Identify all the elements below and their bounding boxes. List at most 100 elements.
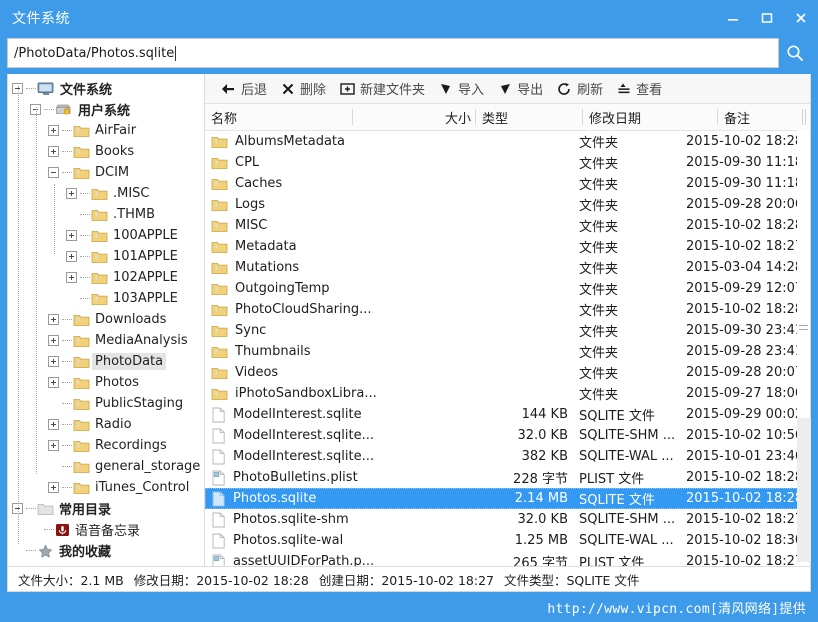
table-row[interactable]: OutgoingTemp 文件夹 2015-09-29 12:07	[205, 278, 810, 299]
maximize-button[interactable]	[750, 1, 784, 35]
table-row[interactable]: ModelInterest.sqlite... 382 KB SQLITE-WAL …	[205, 446, 810, 467]
view-button[interactable]: 查看	[610, 75, 669, 103]
close-button[interactable]	[784, 1, 818, 35]
tree-toggle-expand-icon[interactable]	[48, 125, 59, 136]
tree-item[interactable]: .MISC	[8, 183, 204, 204]
tree-item[interactable]: PublicStaging	[8, 393, 204, 414]
path-input[interactable]: /PhotoData/Photos.sqlite	[7, 38, 779, 68]
cell-name: PhotoBulletins.plist	[205, 470, 476, 486]
tree-item[interactable]: 用户系统	[8, 99, 204, 120]
tree-item[interactable]: Recordings	[8, 435, 204, 456]
tree-item[interactable]: 常用目录	[8, 498, 204, 519]
table-row[interactable]: CPL 文件夹 2015-09-30 11:18	[205, 152, 810, 173]
cell-name: Logs	[205, 197, 476, 212]
search-button[interactable]	[779, 38, 811, 68]
tree-toggle-expand-icon[interactable]	[48, 146, 59, 157]
tree-toggle-expand-icon[interactable]	[48, 377, 59, 388]
folder-icon	[211, 219, 228, 233]
scrollbar-grip[interactable]	[799, 325, 808, 333]
tree-item[interactable]: MediaAnalysis	[8, 330, 204, 351]
export-button[interactable]: 导出	[491, 75, 550, 103]
tree-toggle-expand-icon[interactable]	[48, 440, 59, 451]
column-header-note[interactable]: 备注	[718, 104, 798, 130]
tree-item[interactable]: 100APPLE	[8, 225, 204, 246]
tree-item[interactable]: .THMB	[8, 204, 204, 225]
tree-item-label: 102APPLE	[113, 270, 178, 285]
tree-toggle-expand-icon[interactable]	[48, 419, 59, 430]
table-row[interactable]: Thumbnails 文件夹 2015-09-28 23:41	[205, 341, 810, 362]
cell-date: 2015-10-02 18:28	[686, 470, 804, 485]
table-row[interactable]: assetUUIDForPath.p... 265 字节 PLIST 文件 2015-…	[205, 551, 810, 566]
cell-type: 文件夹	[579, 136, 619, 151]
tree-item[interactable]: AirFair	[8, 120, 204, 141]
tree-item[interactable]: iTunes_Control	[8, 477, 204, 498]
new-folder-button[interactable]: 新建文件夹	[333, 75, 432, 103]
table-row[interactable]: Logs 文件夹 2015-09-28 20:06	[205, 194, 810, 215]
tree-item-label: PhotoData	[92, 353, 167, 370]
tree-toggle-expand-icon[interactable]	[66, 272, 77, 283]
tree-item[interactable]: Photos	[8, 372, 204, 393]
tree-item-label: .MISC	[113, 186, 150, 201]
tree-item[interactable]: PhotoData	[8, 351, 204, 372]
tree-item[interactable]: Books	[8, 141, 204, 162]
close-icon	[796, 13, 806, 23]
tree-toggle-expand-icon[interactable]	[48, 335, 59, 346]
tree-toggle-expand-icon[interactable]	[66, 251, 77, 262]
cell-type: SQLITE-SHM ...	[579, 428, 676, 443]
folder-tree[interactable]: 文件系统 用户系统 AirFair Books DCIM .MISC .THMB 100APP…	[8, 74, 205, 566]
column-header-name[interactable]: 名称	[205, 104, 353, 130]
table-row[interactable]: ModelInterest.sqlite 144 KB SQLITE 文件 2015-…	[205, 404, 810, 425]
tree-toggle-expand-icon[interactable]	[48, 356, 59, 367]
tree-item[interactable]: 文件系统	[8, 78, 204, 99]
tree-toggle-collapse-icon[interactable]	[48, 167, 59, 178]
tree-toggle-expand-icon[interactable]	[48, 314, 59, 325]
tree-item[interactable]: 我的收藏	[8, 540, 204, 561]
column-divider[interactable]	[802, 109, 803, 125]
tree-guide-line	[54, 184, 55, 254]
folder-icon	[211, 135, 228, 149]
tree-item[interactable]: 103APPLE	[8, 288, 204, 309]
table-row[interactable]: iPhotoSandboxLibra... 文件夹 2015-09-27 18:06	[205, 383, 810, 404]
back-button[interactable]: 后退	[213, 75, 274, 103]
tree-item[interactable]: 102APPLE	[8, 267, 204, 288]
delete-button[interactable]: 删除	[274, 75, 333, 103]
cell-name: OutgoingTemp	[205, 281, 476, 296]
table-row[interactable]: PhotoBulletins.plist 228 字节 PLIST 文件 2015-1…	[205, 467, 810, 488]
table-row[interactable]: MISC 文件夹 2015-10-02 18:28	[205, 215, 810, 236]
tree-item[interactable]: DCIM	[8, 162, 204, 183]
tree-item[interactable]: Downloads	[8, 309, 204, 330]
table-row[interactable]: Metadata 文件夹 2015-10-02 18:27	[205, 236, 810, 257]
tree-toggle-expand-icon[interactable]	[66, 188, 77, 199]
refresh-button[interactable]: 刷新	[550, 75, 610, 103]
table-row[interactable]: ModelInterest.sqlite... 32.0 KB SQLITE-SHM…	[205, 425, 810, 446]
table-row[interactable]: Caches 文件夹 2015-09-30 11:18	[205, 173, 810, 194]
tree-toggle-expand-icon[interactable]	[66, 230, 77, 241]
folder-icon	[91, 208, 108, 222]
gray-folder-icon	[37, 502, 54, 516]
table-row[interactable]: Sync 文件夹 2015-09-30 23:41	[205, 320, 810, 341]
tree-item-label: DCIM	[95, 165, 130, 180]
outer-scroll-strip[interactable]	[797, 418, 811, 562]
cell-name: Photos.sqlite-shm	[205, 512, 476, 528]
column-header-size[interactable]: 大小	[353, 104, 476, 130]
import-button[interactable]: 导入	[432, 75, 491, 103]
tree-toggle-expand-icon[interactable]	[48, 482, 59, 493]
tree-item[interactable]: 语音备忘录	[8, 519, 204, 540]
file-rows[interactable]: AlbumsMetadata 文件夹 2015-10-02 18:28 CPL 文件夹 2…	[205, 131, 810, 566]
column-header-type[interactable]: 类型	[476, 104, 583, 130]
cell-name: assetUUIDForPath.p...	[205, 554, 476, 566]
tree-item[interactable]: general_storage	[8, 456, 204, 477]
table-row[interactable]: Videos 文件夹 2015-09-28 20:07	[205, 362, 810, 383]
table-row[interactable]: PhotoCloudSharing... 文件夹 2015-10-02 18:28	[205, 299, 810, 320]
table-row[interactable]: Mutations 文件夹 2015-03-04 14:28	[205, 257, 810, 278]
minimize-button[interactable]	[716, 1, 750, 35]
column-header-date[interactable]: 修改日期	[583, 104, 718, 130]
column-divider[interactable]	[805, 109, 806, 125]
tree-item[interactable]: 101APPLE	[8, 246, 204, 267]
folder-icon	[91, 271, 108, 285]
table-row[interactable]: AlbumsMetadata 文件夹 2015-10-02 18:28	[205, 131, 810, 152]
table-row[interactable]: Photos.sqlite 2.14 MB SQLITE 文件 2015-10-02 …	[205, 488, 810, 509]
tree-item[interactable]: Radio	[8, 414, 204, 435]
table-row[interactable]: Photos.sqlite-wal 1.25 MB SQLITE-WAL ... 20…	[205, 530, 810, 551]
table-row[interactable]: Photos.sqlite-shm 32.0 KB SQLITE-SHM ... 20…	[205, 509, 810, 530]
